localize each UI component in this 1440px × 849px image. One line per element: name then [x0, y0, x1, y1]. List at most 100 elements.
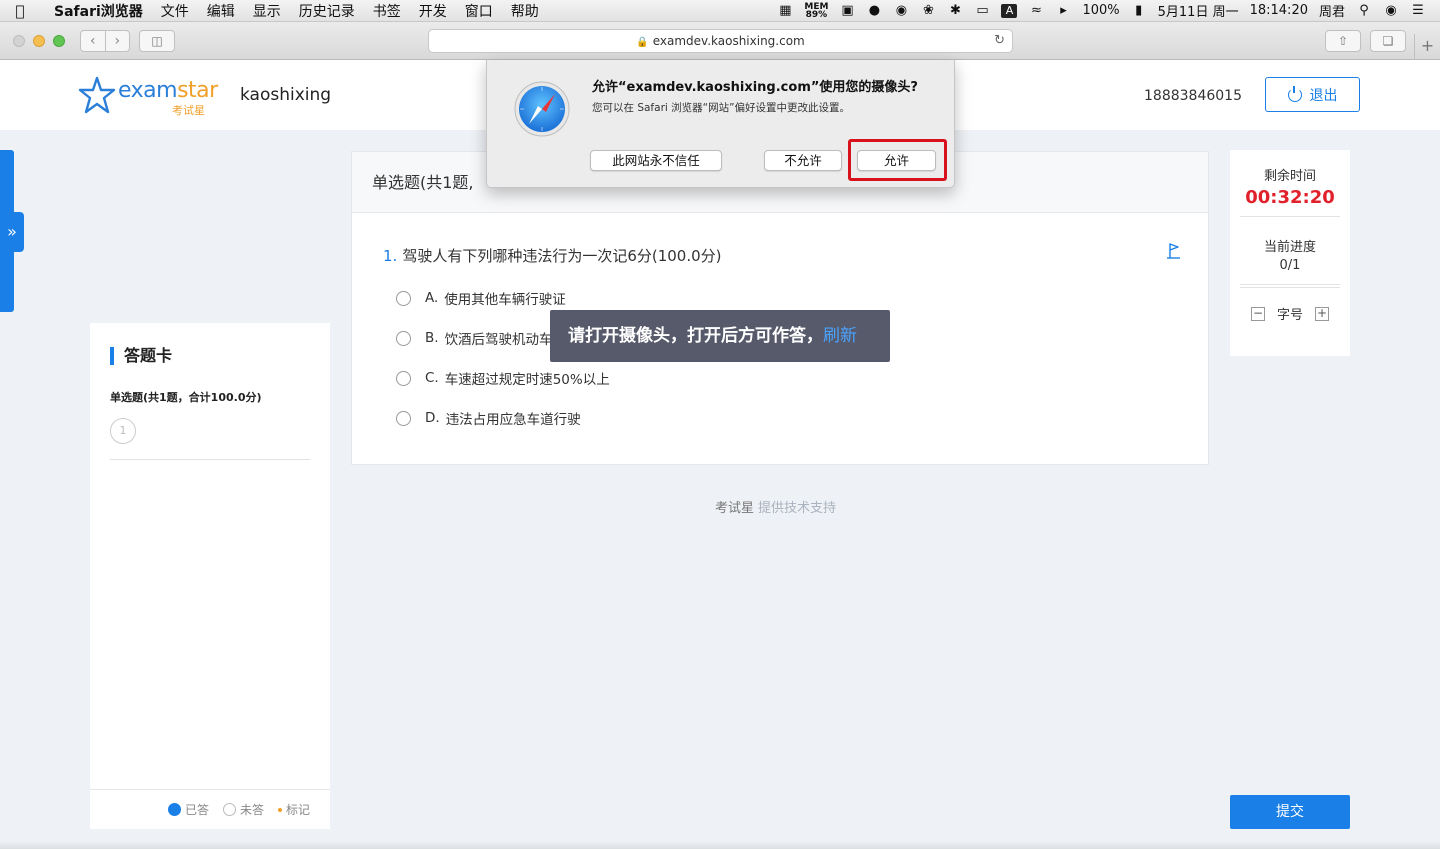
- airplay-icon[interactable]: ▭: [974, 3, 990, 18]
- font-decrease-button[interactable]: −: [1250, 306, 1265, 321]
- wps-icon[interactable]: ▣: [839, 3, 855, 18]
- wechat-icon[interactable]: ◉: [893, 3, 909, 18]
- legend-answered: 已答: [167, 801, 209, 818]
- power-icon: [1287, 85, 1302, 102]
- font-size-label: 字号: [1276, 308, 1303, 323]
- menu-file[interactable]: 文件: [152, 1, 198, 21]
- answered-dot-icon: [167, 803, 181, 816]
- answer-card-legend: 已答 未答 标记: [90, 789, 330, 829]
- answer-card-divider: [110, 459, 310, 460]
- question-text: 驾驶人有下列哪种违法行为一次记6分(100.0分): [402, 247, 722, 265]
- volume-icon[interactable]: ▸: [1055, 3, 1071, 18]
- menu-help[interactable]: 帮助: [502, 1, 548, 21]
- deny-button[interactable]: 不允许: [764, 150, 842, 171]
- side-drawer-handle[interactable]: »: [0, 150, 24, 312]
- forward-arrow-icon[interactable]: ›: [106, 31, 130, 51]
- battery-percent[interactable]: 100%: [1082, 3, 1119, 18]
- option-d-text: 违法占用应急车道行驶: [445, 412, 581, 428]
- tabs-overview-icon[interactable]: ❏: [1370, 30, 1406, 52]
- font-size-control: − 字号 +: [1230, 304, 1350, 323]
- option-b-letter: B.: [425, 330, 439, 346]
- siri-icon[interactable]: ◉: [1383, 3, 1399, 18]
- menubar-status-area: ▦ MEM 89% ▣ ● ◉ ❀ ✱ ▭ A ≈ ▸ 100% ▮ 5月11日 …: [777, 1, 1440, 20]
- option-b-radio[interactable]: [396, 330, 411, 346]
- option-c-radio[interactable]: [396, 370, 411, 386]
- option-d-radio[interactable]: [396, 410, 411, 426]
- answer-card-section-label: 单选题(共1题，合计100.0分): [110, 391, 262, 404]
- back-arrow-icon[interactable]: ‹: [81, 31, 106, 51]
- apple-menu-icon[interactable]: : [0, 2, 40, 20]
- wifi-icon[interactable]: ≈: [1028, 3, 1044, 18]
- leaf-icon[interactable]: ❀: [920, 3, 936, 18]
- menu-history[interactable]: 历史记录: [290, 1, 364, 21]
- submit-button[interactable]: 提交: [1230, 795, 1350, 829]
- progress-label: 当前进度: [1263, 240, 1316, 255]
- menu-edit[interactable]: 编辑: [198, 1, 244, 21]
- option-d-letter: D.: [425, 410, 440, 426]
- legend-unanswered: 未答: [222, 801, 264, 818]
- new-tab-icon[interactable]: +: [1414, 34, 1440, 60]
- mark-flag-icon[interactable]: [1166, 242, 1182, 260]
- legend-answered-label: 已答: [184, 803, 209, 817]
- examstar-logo: examstar 考试星: [78, 76, 218, 117]
- progress-value: 0/1: [1279, 258, 1301, 273]
- never-trust-button[interactable]: 此网站永不信任: [590, 150, 722, 171]
- battery-icon[interactable]: ▮: [1131, 3, 1147, 18]
- menu-bookmarks[interactable]: 书签: [364, 1, 410, 21]
- organization-name: kaoshixing: [240, 85, 332, 105]
- status-separator: [1240, 216, 1340, 217]
- refresh-link[interactable]: 刷新: [823, 326, 857, 346]
- menu-window[interactable]: 窗口: [456, 1, 502, 21]
- safari-toolbar: ‹ › ◫ 🔒 examdev.kaoshixing.com ↻ ⇧ ❏ +: [0, 22, 1440, 60]
- camera-warning-toast: 请打开摄像头，打开后方可作答，刷新: [550, 310, 890, 362]
- option-b-text: 饮酒后驾驶机动车: [444, 332, 553, 348]
- window-close-button[interactable]: [13, 35, 25, 47]
- memory-status[interactable]: MEM 89%: [804, 2, 828, 19]
- notification-center-icon[interactable]: ☰: [1410, 3, 1426, 18]
- spotlight-search-icon[interactable]: ⚲: [1356, 3, 1372, 18]
- font-increase-button[interactable]: +: [1315, 306, 1329, 321]
- menubar-time[interactable]: 18:14:20: [1250, 3, 1308, 18]
- double-chevron-right-icon[interactable]: »: [0, 212, 24, 252]
- answer-card: 答题卡 单选题(共1题，合计100.0分) 1 已答 未答 标记: [90, 323, 330, 829]
- menu-view[interactable]: 显示: [244, 1, 290, 21]
- sidebar-toggle-icon[interactable]: ◫: [139, 30, 175, 52]
- bluetooth-icon[interactable]: ✱: [947, 3, 963, 18]
- macos-menubar:  Safari浏览器 文件 编辑 显示 历史记录 书签 开发 窗口 帮助 ▦ …: [0, 0, 1440, 22]
- logout-label: 退出: [1309, 87, 1338, 104]
- footer-brand: 考试星: [715, 501, 755, 516]
- status-separator: [1240, 284, 1340, 285]
- footer-text: 提供技术支持: [758, 501, 837, 516]
- nav-buttons: ‹ ›: [80, 30, 130, 52]
- option-a-radio[interactable]: [396, 290, 411, 306]
- window-zoom-button[interactable]: [53, 35, 65, 47]
- logo-wordmark-exam: exam: [118, 78, 178, 103]
- menu-develop[interactable]: 开发: [410, 1, 456, 21]
- logout-button[interactable]: 退出: [1265, 77, 1360, 112]
- allow-button-highlight: [848, 139, 947, 181]
- menubar-date[interactable]: 5月11日 周一: [1158, 1, 1239, 20]
- address-bar[interactable]: 🔒 examdev.kaoshixing.com ↻: [428, 29, 1013, 53]
- legend-marked-label: 标记: [285, 803, 310, 817]
- option-c[interactable]: C. 车速超过规定时速50%以上: [396, 368, 610, 388]
- option-b[interactable]: B. 饮酒后驾驶机动车: [396, 328, 553, 348]
- menu-app-safari[interactable]: Safari浏览器: [40, 1, 152, 21]
- option-d[interactable]: D. 违法占用应急车道行驶: [396, 408, 581, 428]
- permission-subtitle: 您可以在 Safari 浏览器“网站”偏好设置中更改此设置。: [592, 102, 851, 114]
- question-number-bubble[interactable]: 1: [110, 418, 136, 444]
- logo-wordmark-star: star: [177, 78, 218, 103]
- option-a[interactable]: A. 使用其他车辆行驶证: [396, 288, 566, 308]
- marked-dot-icon: [277, 807, 282, 812]
- window-minimize-button[interactable]: [33, 35, 45, 47]
- powered-by-footer: 考试星 提供技术支持: [715, 497, 836, 516]
- input-method-icon[interactable]: A: [1001, 3, 1018, 18]
- reload-icon[interactable]: ↻: [994, 30, 1005, 52]
- question-title: 1. 驾驶人有下列哪种违法行为一次记6分(100.0分): [383, 245, 722, 266]
- share-icon[interactable]: ⇧: [1325, 30, 1361, 52]
- app-circle-icon[interactable]: ●: [866, 3, 882, 18]
- screen-icon[interactable]: ▦: [777, 3, 793, 18]
- legend-marked: 标记: [277, 801, 310, 818]
- menubar-user[interactable]: 周君: [1319, 1, 1345, 20]
- option-c-letter: C.: [425, 370, 439, 386]
- toast-message: 请打开摄像头，打开后方可作答，: [568, 326, 823, 346]
